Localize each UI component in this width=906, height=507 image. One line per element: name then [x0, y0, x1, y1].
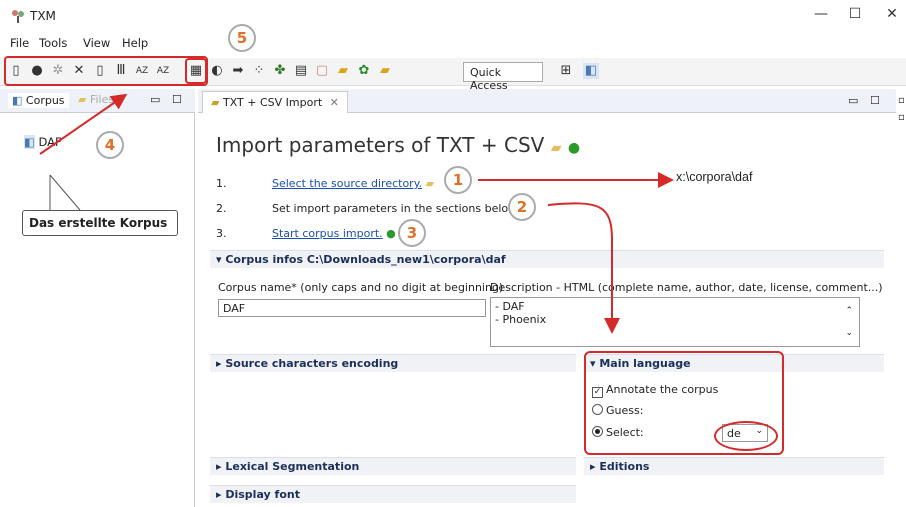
- editor-area: ▰ TXT + CSV Import ✕ ▭ ☐ Import paramete…: [198, 89, 896, 507]
- description-textarea[interactable]: - DAF - Phoenix ⌃ ⌄: [490, 297, 860, 347]
- collapse-icon: ▸: [590, 460, 600, 473]
- select-source-link[interactable]: Select the source directory. ▰: [272, 177, 434, 190]
- txm-logo-icon: [10, 8, 26, 24]
- expand-icon: ▾: [216, 253, 226, 266]
- minimize-button[interactable]: —: [809, 6, 833, 22]
- refresh-icon[interactable]: ✿: [356, 63, 372, 79]
- annotation-2: 2: [508, 193, 536, 221]
- tree-item-daf[interactable]: ◧ DAF: [24, 135, 62, 149]
- corpus-icon: ◧: [12, 94, 23, 107]
- annotation-1: 1: [444, 166, 472, 194]
- menu-help[interactable]: Help: [122, 36, 148, 50]
- import-icon[interactable]: ▰: [377, 63, 393, 79]
- folder-icon[interactable]: ▰: [335, 63, 351, 79]
- quick-access-field[interactable]: Quick Access: [463, 62, 543, 92]
- section-display-font[interactable]: ▸ Display font: [210, 485, 576, 503]
- corpus-icon: ◧: [24, 135, 35, 149]
- maximize-button[interactable]: ☐: [843, 6, 867, 22]
- section-source-encoding[interactable]: ▸ Source characters encoding: [210, 354, 576, 372]
- grid-icon[interactable]: ▤: [293, 63, 309, 79]
- txm-perspective-icon[interactable]: ◧: [583, 63, 599, 79]
- corpus-name-input[interactable]: DAF: [218, 299, 486, 317]
- run-icon[interactable]: ●: [386, 227, 396, 240]
- open-perspective-icon[interactable]: ⊞: [558, 63, 574, 79]
- arrow-right-icon[interactable]: ➡: [230, 63, 246, 79]
- language-select-highlight: [714, 421, 778, 451]
- start-import-link[interactable]: Start corpus import. ●: [272, 227, 396, 240]
- folder-icon: ▰: [78, 93, 87, 106]
- annotation-5: 5: [228, 24, 256, 52]
- minimize-view-icon[interactable]: ▭: [150, 93, 160, 106]
- window-title: TXM: [30, 9, 56, 23]
- step-3-number: 3.: [216, 227, 227, 240]
- collapse-icon: ▸: [216, 488, 226, 501]
- step-1-number: 1.: [216, 177, 227, 190]
- minimize-editor-icon[interactable]: ▭: [848, 94, 858, 107]
- left-panel-tabs: ◧ Corpus ▰ Files ▭ ☐: [0, 89, 195, 113]
- annotation-3: 3: [398, 219, 426, 247]
- menu-tools[interactable]: Tools: [39, 36, 67, 50]
- tab-files[interactable]: ▰ Files: [78, 93, 114, 106]
- scroll-up-icon[interactable]: ⌃: [845, 306, 853, 316]
- toolbar-highlight-box: [4, 56, 208, 86]
- collapse-icon: ▸: [216, 460, 226, 473]
- collapse-icon: ▸: [216, 357, 226, 370]
- step-2-text: Set import parameters in the sections be…: [272, 202, 520, 215]
- folder-icon[interactable]: ▰: [551, 140, 562, 156]
- section-corpus-infos[interactable]: ▾ Corpus infos C:\Downloads_new1\corpora…: [210, 250, 884, 268]
- side-view-icon[interactable]: ▫: [898, 95, 905, 106]
- description-label: Description - HTML (complete name, autho…: [490, 281, 883, 294]
- editor-tabs: ▰ TXT + CSV Import ✕ ▭ ☐: [198, 89, 896, 113]
- menu-view[interactable]: View: [83, 36, 110, 50]
- tab-txt-csv-import[interactable]: ▰ TXT + CSV Import ✕: [202, 91, 348, 113]
- document-icon[interactable]: ▢: [314, 63, 330, 79]
- close-tab-icon[interactable]: ✕: [330, 96, 339, 109]
- title-bar: TXM — ☐ ✕: [0, 0, 906, 34]
- side-view-icon-2[interactable]: ▫: [898, 112, 905, 123]
- maximize-view-icon[interactable]: ☐: [172, 93, 182, 106]
- table-icon-highlight-box: [185, 58, 207, 84]
- section-lexical-segmentation[interactable]: ▸ Lexical Segmentation: [210, 457, 576, 475]
- section-editions[interactable]: ▸ Editions: [584, 457, 884, 475]
- run-icon[interactable]: ●: [568, 140, 580, 156]
- target-path-label: x:\corpora\daf: [676, 170, 753, 184]
- tree-icon[interactable]: ✤: [272, 63, 288, 79]
- menu-file[interactable]: File: [10, 36, 29, 50]
- callout-created-corpus: Das erstellte Korpus: [22, 210, 178, 236]
- close-button[interactable]: ✕: [880, 6, 904, 22]
- tab-corpus[interactable]: ◧ Corpus: [8, 93, 69, 108]
- scroll-down-icon[interactable]: ⌄: [845, 328, 853, 338]
- import-icon: ▰: [211, 96, 220, 109]
- progression-icon[interactable]: ◐: [209, 63, 225, 79]
- page-title: Import parameters of TXT + CSV ▰ ●: [216, 133, 581, 157]
- step-2-number: 2.: [216, 202, 227, 215]
- maximize-editor-icon[interactable]: ☐: [870, 94, 880, 107]
- scatter-icon[interactable]: ⁘: [251, 63, 267, 79]
- corpus-name-label: Corpus name* (only caps and no digit at …: [218, 281, 504, 294]
- annotation-4: 4: [96, 131, 124, 159]
- folder-icon[interactable]: ▰: [426, 177, 434, 190]
